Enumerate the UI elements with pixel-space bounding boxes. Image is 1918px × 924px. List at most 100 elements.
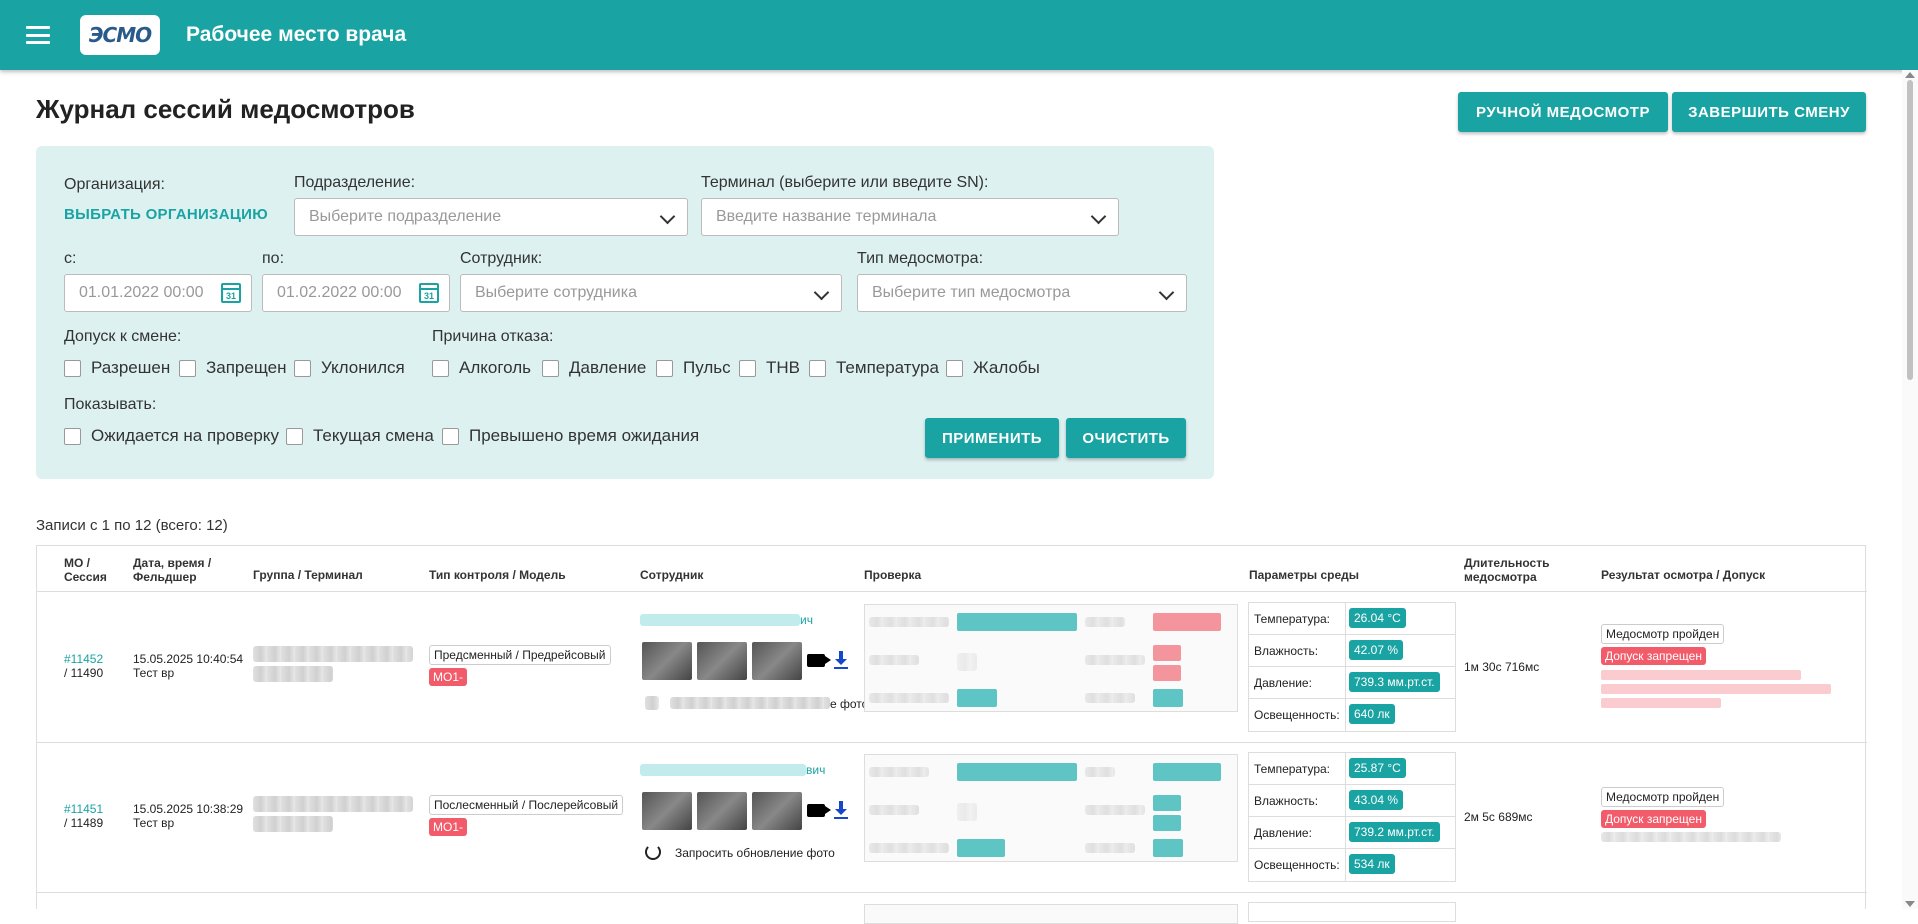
employee-photo[interactable] (752, 642, 802, 680)
divider (37, 892, 1867, 893)
env-light-row: Освещенность: 534 лк (1249, 849, 1455, 881)
divider (37, 591, 1867, 592)
redacted-photo-note (670, 697, 830, 709)
temp-value: 26.04 °C (1349, 608, 1406, 628)
session-link[interactable]: #11451 (64, 802, 103, 816)
redacted-result-note (1601, 832, 1781, 842)
date-cell: 15.05.2025 10:38:29 Тест вр (133, 802, 243, 830)
exam-datetime: 15.05.2025 10:38:29 (133, 802, 244, 816)
redacted-employee-name (640, 614, 800, 626)
employee-photo[interactable] (642, 792, 692, 830)
reason-label: Причина отказа: (432, 328, 554, 345)
admission-denied-checkbox[interactable]: Запрещен (179, 358, 286, 378)
photo-note-suffix[interactable]: е фото (830, 697, 868, 711)
show-timeout-checkbox[interactable]: Превышено время ожидания (442, 426, 699, 446)
reason-temperature-checkbox[interactable]: Температура (809, 358, 939, 378)
header-employee: Сотрудник (640, 568, 704, 582)
video-camera-icon[interactable] (807, 654, 831, 667)
refresh-icon[interactable] (645, 844, 661, 860)
calendar-icon[interactable]: 31 (221, 283, 241, 303)
employee-photo[interactable] (697, 792, 747, 830)
reason-pressure-checkbox[interactable]: Давление (542, 358, 646, 378)
env-hum-row: Влажность: 42.07 % (1249, 635, 1455, 667)
scroll-up-icon[interactable] (1905, 72, 1915, 78)
env-temp-row: Температура: 25.87 °C (1249, 753, 1455, 785)
date-cell: 15.05.2025 10:40:54 Тест вр (133, 652, 243, 680)
employee-placeholder: Выберите сотрудника (475, 284, 637, 301)
header-result: Результат осмотра / Допуск (1601, 568, 1766, 582)
clear-button[interactable]: ОЧИСТИТЬ (1066, 418, 1186, 458)
admission-tag: Допуск запрещен (1601, 810, 1706, 828)
env-hum-row: Влажность: 43.04 % (1249, 785, 1455, 817)
admission-allowed-checkbox[interactable]: Разрешен (64, 358, 170, 378)
employee-select[interactable]: Выберите сотрудника (460, 274, 842, 312)
env-params: Температура: 25.87 °C Влажность: 43.04 % Д… (1248, 752, 1456, 882)
model-tag: МО1- (429, 818, 467, 836)
admission-evaded-checkbox[interactable]: Уклонился (294, 358, 405, 378)
show-pending-checkbox[interactable]: Ожидается на проверку (64, 426, 279, 446)
show-label: Показывать: (64, 396, 157, 413)
duration: 2м 5с 689мс (1464, 810, 1533, 824)
employee-photo[interactable] (752, 792, 802, 830)
from-label: с: (64, 250, 77, 267)
apply-button[interactable]: ПРИМЕНИТЬ (925, 418, 1059, 458)
dept-select[interactable]: Выберите подразделение (294, 198, 688, 236)
redacted-group (253, 646, 413, 662)
chevron-down-icon (1090, 208, 1107, 225)
duration: 1м 30с 716мс (1464, 660, 1540, 674)
filter-panel: Организация: ВЫБРАТЬ ОРГАНИЗАЦИЮ Подразд… (36, 146, 1214, 479)
show-current-shift-checkbox[interactable]: Текущая смена (286, 426, 434, 446)
dept-label: Подразделение: (294, 174, 416, 191)
from-date-input[interactable]: 01.01.2022 00:00 31 (64, 274, 252, 312)
select-org-link[interactable]: ВЫБРАТЬ ОРГАНИЗАЦИЮ (64, 206, 268, 223)
to-date-value: 01.02.2022 00:00 (277, 284, 402, 301)
type-label: Тип медосмотра: (857, 250, 984, 267)
employee-photo[interactable] (642, 642, 692, 680)
scrollbar-thumb[interactable] (1907, 80, 1913, 380)
admission-tag: Допуск запрещен (1601, 647, 1706, 665)
to-date-input[interactable]: 01.02.2022 00:00 31 (262, 274, 450, 312)
exam-type-placeholder: Выберите тип медосмотра (872, 284, 1071, 301)
terminal-select[interactable]: Введите название терминала (701, 198, 1119, 236)
humidity-value: 43.04 % (1349, 790, 1404, 810)
employee-name-suffix[interactable]: вич (806, 763, 825, 777)
env-params: Температура: 26.04 °C Влажность: 42.07 % Д… (1248, 602, 1456, 732)
redacted-result-note (1601, 670, 1801, 680)
employee-photo[interactable] (697, 642, 747, 680)
finish-shift-button[interactable]: ЗАВЕРШИТЬ СМЕНУ (1672, 92, 1866, 132)
menu-icon[interactable] (26, 26, 50, 44)
result-tag: Медосмотр пройден (1601, 624, 1725, 644)
check-grid (864, 904, 1238, 924)
employee-name-suffix[interactable]: ич (800, 613, 813, 627)
org-label: Организация: (64, 176, 165, 193)
env-pres-row: Давление: 739.3 мм.рт.ст. (1249, 667, 1455, 699)
page-scrollbar[interactable] (1902, 70, 1918, 909)
video-camera-icon[interactable] (807, 804, 831, 817)
exam-type-select[interactable]: Выберите тип медосмотра (857, 274, 1187, 312)
download-icon[interactable] (833, 801, 849, 819)
calendar-icon[interactable]: 31 (419, 283, 439, 303)
header-env: Параметры среды (1249, 568, 1360, 582)
manual-exam-button[interactable]: РУЧНОЙ МЕДОСМОТР (1458, 92, 1668, 132)
session-link[interactable]: #11452 (64, 652, 103, 666)
request-photo-update-link[interactable]: Запросить обновление фото (675, 846, 835, 860)
header-group: Группа / Терминал (253, 568, 363, 582)
employee-label: Сотрудник: (460, 250, 543, 267)
env-params (1248, 902, 1456, 922)
refresh-icon[interactable] (645, 696, 659, 710)
logo[interactable]: ЭСМО (80, 15, 160, 55)
terminal-label: Терминал (выберите или введите SN): (701, 174, 989, 191)
reason-pulse-checkbox[interactable]: Пульс (656, 358, 731, 378)
download-icon[interactable] (833, 651, 849, 669)
app-title: Рабочее место врача (186, 23, 407, 46)
dept-placeholder: Выберите подразделение (309, 208, 502, 225)
scroll-down-icon[interactable] (1905, 901, 1915, 907)
header-duration: Длительность медосмотра (1464, 556, 1550, 584)
to-label: по: (262, 250, 285, 267)
session-id: / 11489 (64, 816, 104, 830)
redacted-group (253, 796, 413, 812)
reason-thv-checkbox[interactable]: ТНВ (739, 358, 800, 378)
reason-alcohol-checkbox[interactable]: Алкоголь (432, 358, 531, 378)
reason-complaints-checkbox[interactable]: Жалобы (946, 358, 1040, 378)
redacted-employee-name (640, 764, 806, 776)
